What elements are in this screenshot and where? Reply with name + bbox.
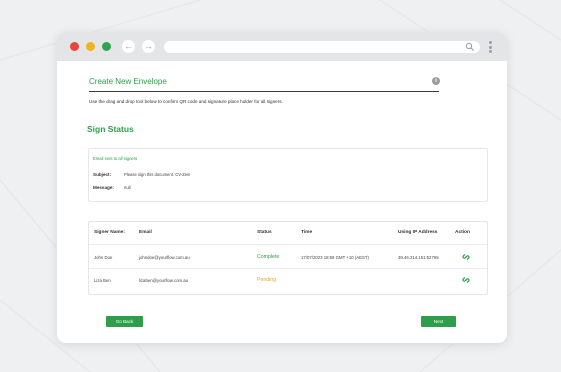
info-icon[interactable]: i	[432, 77, 440, 85]
time-cell: 17/07/2023 18:58 GMT +10 (AEST)	[301, 255, 369, 260]
close-window-dot[interactable]	[70, 42, 79, 51]
arrow-left-icon[interactable]: ←	[122, 40, 135, 53]
subject-value: Please sign this document. CV-Zein	[124, 172, 191, 177]
email-sent-notice: Email sent to all signers	[93, 156, 138, 161]
search-icon[interactable]	[465, 42, 475, 52]
message-label: Message:	[93, 185, 114, 190]
row-divider	[89, 244, 487, 245]
maximize-window-dot[interactable]	[102, 42, 111, 51]
browser-toolbar: ← →	[57, 32, 507, 61]
minimize-window-dot[interactable]	[86, 42, 95, 51]
ip-address-cell: 39.46.214.151:52765	[398, 255, 439, 260]
header-ip-address: Using IP Address	[398, 230, 438, 235]
link-icon[interactable]	[462, 253, 470, 261]
header-email: Email	[139, 230, 152, 235]
browser-window: ← → Create New Envelope i Use the drag a…	[57, 32, 507, 343]
signer-email-cell: johndoe@yourflow.com.au	[139, 255, 190, 260]
subject-label: Subject:	[93, 172, 112, 177]
header-time: Time	[301, 230, 313, 235]
address-bar[interactable]	[164, 41, 480, 53]
status-badge: Complete	[257, 254, 280, 260]
go-back-button[interactable]: Go Back	[106, 316, 143, 327]
status-badge: Pending	[257, 277, 277, 283]
header-signer-name: Signer Name:	[94, 230, 125, 235]
link-icon[interactable]	[462, 276, 470, 284]
page-title: Create New Envelope	[89, 77, 167, 86]
table-header: Signer Name: Email Status Time Using IP …	[89, 222, 487, 244]
signer-name-cell: John Doe	[94, 255, 113, 260]
row-divider	[89, 268, 487, 269]
email-summary-card: Email sent to all signers Subject: Pleas…	[88, 148, 488, 202]
next-button[interactable]: Next	[421, 316, 456, 327]
header-action: Action	[455, 230, 470, 235]
more-options-icon[interactable]	[489, 41, 493, 53]
header-status: Status	[257, 230, 272, 235]
signer-email-cell: lizaben@yourflow.com.au	[139, 278, 189, 283]
title-divider	[89, 91, 439, 92]
sign-status-heading: Sign Status	[87, 124, 134, 134]
signer-name-cell: Liza Ben	[94, 278, 111, 283]
message-value: null	[124, 185, 131, 190]
signers-table: Signer Name: Email Status Time Using IP …	[88, 221, 488, 295]
arrow-right-icon[interactable]: →	[142, 40, 155, 53]
instructions-text: Use the drag and drop tool below to conf…	[89, 99, 283, 104]
